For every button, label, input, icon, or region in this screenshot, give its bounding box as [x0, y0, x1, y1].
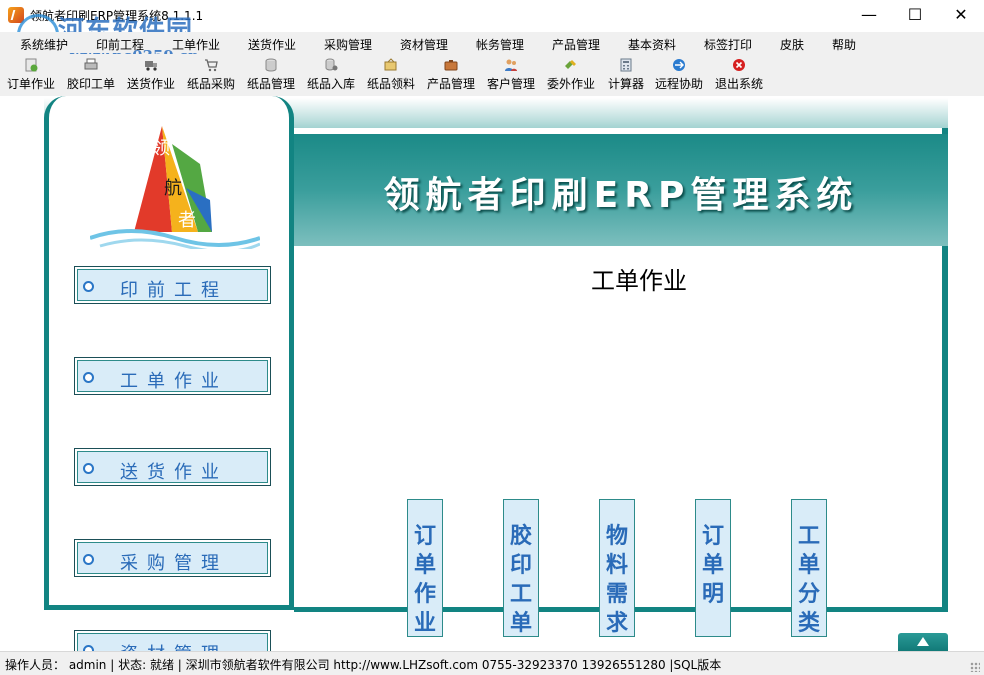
- toolbar-outsource-button[interactable]: 委外作业: [544, 56, 598, 94]
- toolbar-paper-purchase-button[interactable]: 纸品采购: [184, 56, 238, 94]
- paper-icon: [265, 58, 277, 72]
- title-bar: 领航者印刷ERP管理系统8.1.1.1 河东软件园 — ☐ ✕: [0, 0, 984, 56]
- toolbar-remote-button[interactable]: 远程协助: [652, 56, 706, 94]
- nav-prepress-button[interactable]: 印前工程: [74, 266, 271, 304]
- material-requirement-button[interactable]: 物料需求: [599, 499, 635, 637]
- exit-icon: [733, 59, 745, 71]
- bullet-icon: [83, 554, 94, 565]
- toolbar-product-button[interactable]: 产品管理: [424, 56, 478, 94]
- nav-purchase-button[interactable]: 采购管理: [74, 539, 271, 577]
- toolbar: 订单作业 胶印工单 送货作业 纸品采购 纸品管理 纸品入库 纸品领料 产品管理 …: [0, 54, 984, 97]
- banner-divider: [300, 133, 940, 134]
- calculator-icon: [620, 58, 632, 72]
- order-system-button[interactable]: 订单作业系: [407, 499, 443, 637]
- material-out-icon: [384, 58, 397, 71]
- bullet-icon: [83, 463, 94, 474]
- toolbar-delivery-button[interactable]: 送货作业: [124, 56, 178, 94]
- outsource-icon: [565, 60, 576, 69]
- minimize-button[interactable]: —: [846, 0, 892, 32]
- toolbar-calculator-button[interactable]: 计算器: [604, 56, 648, 94]
- status-text: 操作人员： admin | 状态: 就绪 | 深圳市领航者软件有限公司 http…: [5, 658, 722, 672]
- remote-icon: [673, 59, 685, 71]
- sail-logo: 领 航 者: [90, 126, 260, 249]
- work-order-category-button[interactable]: 工单分类: [791, 499, 827, 637]
- print-icon: [84, 58, 98, 70]
- logo-char-3: 者: [178, 210, 196, 231]
- menu-label-print[interactable]: 标签打印: [704, 36, 752, 53]
- content-title: 工单作业: [591, 267, 687, 295]
- logo-char-2: 航: [164, 178, 182, 199]
- nav-delivery-button[interactable]: 送货作业: [74, 448, 271, 486]
- menu-system[interactable]: 系统维护: [20, 36, 68, 53]
- menu-skin[interactable]: 皮肤: [780, 36, 804, 53]
- status-bar: 操作人员： admin | 状态: 就绪 | 深圳市领航者软件有限公司 http…: [0, 651, 984, 675]
- menu-materials[interactable]: 资材管理: [400, 36, 448, 53]
- close-button[interactable]: ✕: [938, 0, 984, 32]
- menu-products[interactable]: 产品管理: [552, 36, 600, 53]
- toolbar-paper-issue-button[interactable]: 纸品领料: [364, 56, 418, 94]
- maximize-button[interactable]: ☐: [892, 0, 938, 32]
- offset-work-order-button[interactable]: 胶印工单: [503, 499, 539, 637]
- order-detail-button[interactable]: 订单明: [695, 499, 731, 637]
- bullet-icon: [83, 372, 94, 383]
- nav-work-order-button[interactable]: 工单作业: [74, 357, 271, 395]
- menu-basic-data[interactable]: 基本资料: [628, 36, 676, 53]
- logo-char-1: 领: [152, 138, 170, 159]
- menu-delivery[interactable]: 送货作业: [248, 36, 296, 53]
- bullet-icon: [83, 281, 94, 292]
- nav-materials-button[interactable]: 资材管理: [74, 630, 271, 651]
- toolbar-customer-button[interactable]: 客户管理: [484, 56, 538, 94]
- order-icon: [25, 58, 38, 72]
- toolbar-exit-button[interactable]: 退出系统: [712, 56, 766, 94]
- truck-icon: [145, 61, 157, 71]
- banner-title: 领航者印刷ERP管理系统: [383, 175, 859, 216]
- toolbar-order-button[interactable]: 订单作业: [4, 56, 58, 94]
- toolbar-paper-in-button[interactable]: 纸品入库: [304, 56, 358, 94]
- toolbar-offset-order-button[interactable]: 胶印工单: [64, 56, 118, 94]
- customer-icon: [505, 59, 517, 71]
- cart-icon: [205, 59, 218, 72]
- menu-accounts[interactable]: 帐务管理: [476, 36, 524, 53]
- toolbar-paper-manage-button[interactable]: 纸品管理: [244, 56, 298, 94]
- menu-purchase[interactable]: 采购管理: [324, 36, 372, 53]
- menu-help[interactable]: 帮助: [832, 36, 856, 53]
- main-area: 领 航 者 印前工程 工单作业 送货作业 采购管理 资材管理 领航者印刷ERP管…: [0, 96, 984, 651]
- scroll-up-button[interactable]: [898, 633, 948, 651]
- warehouse-in-icon: [325, 58, 338, 71]
- resize-grip-icon[interactable]: [970, 662, 980, 672]
- product-icon: [444, 60, 458, 71]
